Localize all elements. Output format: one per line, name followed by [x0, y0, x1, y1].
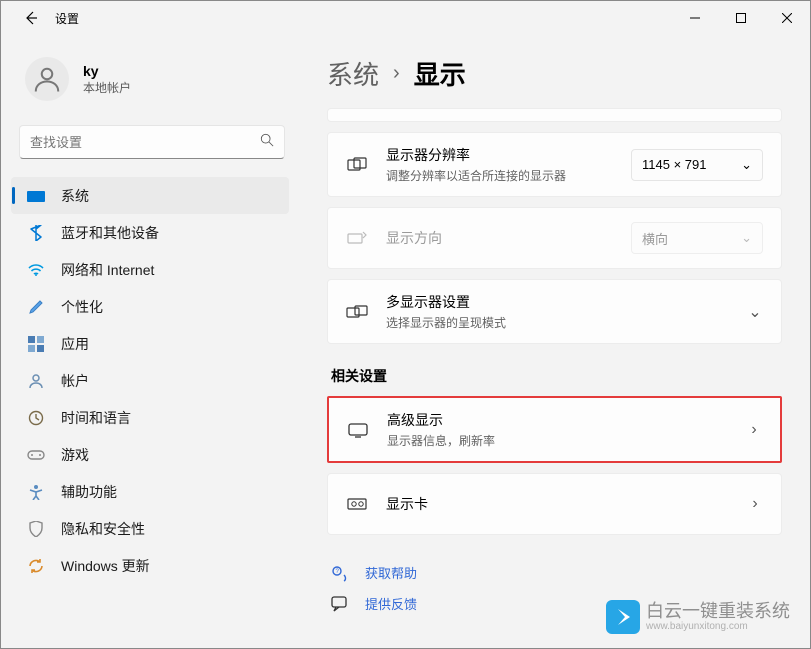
sidebar-item-label: Windows 更新: [61, 556, 150, 576]
shield-icon: [27, 520, 45, 538]
sidebar-item-label: 网络和 Internet: [61, 260, 154, 280]
related-settings-header: 相关设置: [331, 366, 782, 386]
sidebar-item-time-language[interactable]: 时间和语言: [11, 399, 289, 436]
watermark-url: www.baiyunxitong.com: [646, 621, 790, 632]
sidebar-item-accounts[interactable]: 帐户: [11, 362, 289, 399]
person-icon: [27, 372, 45, 390]
select-value: 横向: [642, 229, 668, 248]
sidebar-item-label: 个性化: [61, 297, 103, 317]
orientation-icon: [346, 230, 368, 246]
window-title: 设置: [55, 10, 79, 27]
card-resolution[interactable]: 显示器分辨率 调整分辨率以适合所连接的显示器 1145 × 791 ⌄: [327, 132, 782, 197]
sidebar-item-label: 帐户: [61, 371, 89, 391]
card-title: 显示器分辨率: [386, 145, 613, 165]
sidebar-item-personalization[interactable]: 个性化: [11, 288, 289, 325]
link-text: 获取帮助: [365, 563, 417, 582]
chevron-right-icon: ›: [746, 421, 762, 439]
avatar: [25, 57, 69, 101]
search-icon: [260, 133, 274, 152]
chevron-right-icon: ›: [393, 62, 400, 85]
maximize-button[interactable]: [718, 2, 764, 34]
resolution-select[interactable]: 1145 × 791 ⌄: [631, 149, 763, 181]
apps-icon: [27, 335, 45, 353]
sidebar-item-label: 应用: [61, 334, 89, 354]
sidebar-item-label: 时间和语言: [61, 408, 131, 428]
card-orientation: 显示方向 横向 ⌄: [327, 207, 782, 269]
graphics-icon: [346, 496, 368, 512]
card-sub: 显示器信息，刷新率: [387, 432, 728, 449]
card-title: 显示卡: [386, 494, 729, 514]
bluetooth-icon: [27, 224, 45, 242]
multi-display-icon: [346, 304, 368, 320]
card-title: 高级显示: [387, 410, 728, 430]
profile-block[interactable]: ky 本地帐户: [11, 45, 299, 119]
card-sub: 调整分辨率以适合所连接的显示器: [386, 167, 613, 184]
minimize-button[interactable]: [672, 2, 718, 34]
feedback-icon: [331, 596, 349, 612]
monitor-icon: [347, 422, 369, 438]
chevron-down-icon: ⌄: [747, 302, 763, 322]
system-icon: [27, 187, 45, 205]
wifi-icon: [27, 261, 45, 279]
breadcrumb-current: 显示: [414, 55, 466, 92]
help-link[interactable]: ? 获取帮助: [327, 557, 782, 588]
sidebar-item-system[interactable]: 系统: [11, 177, 289, 214]
sidebar-item-label: 系统: [61, 186, 89, 206]
card-title: 多显示器设置: [386, 292, 729, 312]
card-sub: 选择显示器的呈现模式: [386, 314, 729, 331]
search-box[interactable]: [19, 125, 285, 159]
card-title: 显示方向: [386, 228, 613, 248]
help-icon: ?: [331, 564, 349, 582]
resolution-icon: [346, 157, 368, 173]
profile-name: ky: [83, 63, 131, 79]
card-graphics[interactable]: 显示卡 ›: [327, 473, 782, 535]
watermark: 白云一键重装系统 www.baiyunxitong.com: [606, 600, 790, 634]
orientation-select: 横向 ⌄: [631, 222, 763, 254]
sidebar-item-gaming[interactable]: 游戏: [11, 436, 289, 473]
chevron-down-icon: ⌄: [741, 230, 752, 246]
sidebar-item-privacy[interactable]: 隐私和安全性: [11, 510, 289, 547]
chevron-down-icon: ⌄: [741, 157, 752, 173]
search-input[interactable]: [30, 135, 260, 150]
sidebar-item-label: 辅助功能: [61, 482, 117, 502]
gamepad-icon: [27, 446, 45, 464]
accessibility-icon: [27, 483, 45, 501]
sidebar-item-label: 蓝牙和其他设备: [61, 223, 159, 243]
clock-globe-icon: [27, 409, 45, 427]
chevron-right-icon: ›: [747, 495, 763, 513]
card-advanced-display[interactable]: 高级显示 显示器信息，刷新率 ›: [327, 396, 782, 463]
sidebar-item-network[interactable]: 网络和 Internet: [11, 251, 289, 288]
select-value: 1145 × 791: [642, 157, 706, 172]
card-empty-top: [327, 108, 782, 122]
sidebar-item-label: 游戏: [61, 445, 89, 465]
sidebar-item-apps[interactable]: 应用: [11, 325, 289, 362]
breadcrumb-parent[interactable]: 系统: [327, 55, 379, 92]
brush-icon: [27, 298, 45, 316]
sidebar-item-windows-update[interactable]: Windows 更新: [11, 547, 289, 584]
breadcrumb: 系统 › 显示: [327, 55, 782, 92]
watermark-badge: [606, 600, 640, 634]
sidebar-item-accessibility[interactable]: 辅助功能: [11, 473, 289, 510]
link-text: 提供反馈: [365, 594, 417, 613]
close-button[interactable]: [764, 2, 810, 34]
back-button[interactable]: [11, 2, 51, 34]
profile-sub: 本地帐户: [83, 79, 131, 96]
watermark-text: 白云一键重装系统: [646, 602, 790, 622]
sidebar-item-label: 隐私和安全性: [61, 519, 145, 539]
sidebar-item-bluetooth[interactable]: 蓝牙和其他设备: [11, 214, 289, 251]
card-multi-display[interactable]: 多显示器设置 选择显示器的呈现模式 ⌄: [327, 279, 782, 344]
sync-icon: [27, 557, 45, 575]
